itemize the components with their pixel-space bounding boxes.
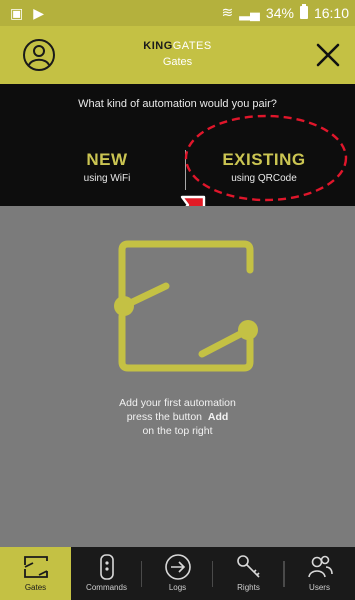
battery-icon	[299, 4, 308, 19]
close-icon[interactable]	[313, 40, 343, 70]
new-sub-label: using WiFi	[83, 173, 131, 184]
tab-rights-label: Rights	[237, 583, 260, 592]
tab-users-label: Users	[309, 583, 330, 592]
tab-gates[interactable]: Gates	[0, 547, 71, 600]
key-icon	[236, 555, 260, 578]
empty-line-2-text: press the button	[126, 411, 203, 423]
tab-gates-label: Gates	[24, 583, 47, 592]
tab-commands[interactable]: Commands	[71, 547, 142, 600]
brand-bold: KING	[143, 40, 173, 52]
remote-icon	[99, 554, 114, 580]
new-wifi-option[interactable]: NEW using WiFi	[72, 150, 142, 184]
empty-line-1: Add your first automation	[119, 397, 236, 409]
image-icon: ▣	[10, 5, 24, 21]
new-label: NEW	[86, 150, 128, 169]
battery-percent: 34%	[265, 4, 294, 21]
log-in-icon	[164, 554, 191, 580]
gate-icon	[23, 556, 48, 578]
gates-list-area: Add your first automation press the butt…	[0, 206, 355, 547]
empty-line-2: press the button Add	[0, 410, 355, 424]
gate-empty-icon	[114, 240, 258, 372]
brand-light: GATES	[172, 40, 212, 52]
empty-line-3: on the top right	[142, 425, 213, 437]
brand-logo: KINGGATES	[0, 40, 355, 52]
signal-icon: ▂▄	[239, 4, 260, 20]
tab-users[interactable]: Users	[284, 547, 355, 600]
bottom-tab-bar: Gates Commands Logs Rights Users	[0, 547, 355, 600]
tab-separator	[284, 561, 285, 587]
page-title: Gates	[162, 56, 193, 68]
app-header: KINGGATES Gates	[0, 26, 355, 84]
tab-logs-label: Logs	[168, 583, 187, 592]
highlight-ellipse	[184, 114, 348, 202]
clock: 16:10	[313, 4, 349, 21]
status-bar: ▣ ▶ ≋ ▂▄ 34% 16:10	[0, 0, 355, 26]
empty-state-message: Add your first automation press the butt…	[0, 396, 355, 438]
tab-logs[interactable]: Logs	[142, 547, 213, 600]
pair-question: What kind of automation would you pair?	[78, 98, 277, 110]
users-icon	[307, 555, 333, 578]
play-icon: ▶	[33, 5, 45, 21]
add-keyword: Add	[207, 411, 229, 423]
tab-commands-label: Commands	[86, 583, 127, 592]
tab-rights[interactable]: Rights	[213, 547, 284, 600]
wifi-icon: ≋	[221, 4, 234, 20]
